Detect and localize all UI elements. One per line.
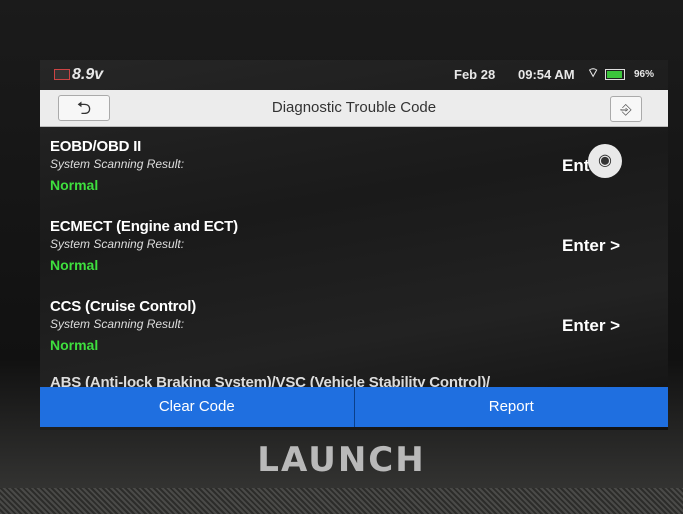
scan-result-label: System Scanning Result:: [50, 237, 185, 251]
page-title: Diagnostic Trouble Code: [271, 99, 437, 116]
brand-logo: LAUNCH: [257, 440, 426, 480]
system-name: ECMECT (Engine and ECT): [50, 218, 238, 235]
title-bar: ⮌ Diagnostic Trouble Code ⎆: [40, 90, 668, 127]
battery-icon: [605, 69, 625, 80]
system-list[interactable]: EOBD/OBD II System Scanning Result: Norm…: [40, 126, 668, 388]
list-item[interactable]: ECMECT (Engine and ECT) System Scanning …: [40, 206, 668, 286]
wifi-icon: ⌔: [587, 65, 600, 80]
scan-result-label: System Scanning Result:: [50, 157, 185, 171]
housing-texture: [0, 488, 683, 514]
exit-button[interactable]: ⎆: [610, 96, 642, 122]
report-button[interactable]: Report: [355, 387, 669, 427]
camera-icon[interactable]: ◉: [588, 144, 622, 178]
status-date: Feb 28: [454, 67, 496, 82]
enter-button[interactable]: Enter >: [562, 316, 620, 336]
car-battery-icon: [54, 69, 70, 80]
list-item[interactable]: EOBD/OBD II System Scanning Result: Norm…: [40, 126, 668, 206]
status-badge: Normal: [50, 257, 99, 273]
system-name: CCS (Cruise Control): [50, 298, 197, 315]
battery-fill: [607, 71, 623, 78]
status-bar: 8.9v Feb 28 09:54 AM ⌔ 96%: [40, 60, 668, 88]
status-time: 09:54 AM: [518, 67, 575, 82]
clear-code-button[interactable]: Clear Code: [40, 387, 354, 427]
status-badge: Normal: [50, 177, 99, 193]
status-badge: Normal: [50, 337, 99, 353]
system-name: EOBD/OBD II: [50, 138, 142, 155]
screen: 8.9v Feb 28 09:54 AM ⌔ 96% ⮌ Diagnostic …: [40, 60, 668, 430]
list-item[interactable]: ABS (Anti-lock Braking System)/VSC (Vehi…: [40, 366, 668, 388]
system-name: ABS (Anti-lock Braking System)/VSC (Vehi…: [50, 374, 490, 388]
action-bar: Clear Code Report: [40, 387, 668, 427]
list-item[interactable]: CCS (Cruise Control) System Scanning Res…: [40, 286, 668, 366]
device-housing: 8.9v Feb 28 09:54 AM ⌔ 96% ⮌ Diagnostic …: [0, 0, 683, 514]
exit-icon: ⎆: [620, 101, 632, 117]
enter-button[interactable]: Enter >: [562, 236, 620, 256]
scan-result-label: System Scanning Result:: [50, 317, 185, 331]
voltage-readout: 8.9v: [72, 66, 104, 83]
battery-percent: 96%: [634, 69, 655, 80]
